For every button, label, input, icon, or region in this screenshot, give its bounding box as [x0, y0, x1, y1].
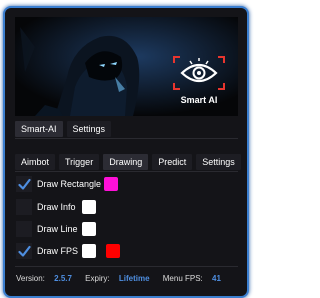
draw-line-label: Draw Line [37, 224, 78, 234]
checkmark-icon [17, 245, 31, 257]
info-color-swatch[interactable] [82, 200, 96, 214]
option-draw-rectangle: Draw Rectangle [16, 176, 101, 192]
tab-settings[interactable]: Settings [66, 121, 112, 137]
draw-fps-checkbox[interactable] [16, 243, 32, 259]
option-draw-info: Draw Info [16, 199, 76, 215]
footer-status: Version: 2.5.7 Expiry: Lifetime Menu FPS… [16, 274, 221, 283]
divider [15, 171, 238, 172]
divider [15, 138, 238, 139]
tab-smart-ai[interactable]: Smart-AI [15, 121, 63, 137]
logo-text: Smart AI [180, 95, 218, 105]
tab-trigger[interactable]: Trigger [59, 154, 100, 170]
tab-sub-settings[interactable]: Settings [196, 154, 241, 170]
version-label: Version: [16, 274, 45, 283]
rectangle-color-swatch[interactable] [104, 177, 118, 191]
banner: Smart AI [15, 17, 238, 116]
fps-color-swatch[interactable] [82, 244, 96, 258]
divider [15, 266, 238, 267]
draw-rectangle-label: Draw Rectangle [37, 179, 102, 189]
expiry-value: Lifetime [118, 274, 150, 283]
menu-fps-label: Menu FPS: [162, 274, 203, 283]
option-draw-fps: Draw FPS [16, 243, 78, 259]
draw-info-label: Draw Info [37, 202, 76, 212]
option-draw-line: Draw Line [16, 221, 78, 237]
cheat-menu-window: Smart AI Smart-AI Settings Aimbot Trigge… [3, 6, 249, 298]
draw-info-checkbox[interactable] [16, 199, 32, 215]
checkmark-icon [17, 178, 31, 190]
version-value: 2.5.7 [54, 274, 72, 283]
sub-tabs: Aimbot Trigger Drawing Predict Settings [15, 154, 241, 170]
tab-drawing[interactable]: Drawing [103, 154, 149, 170]
draw-line-checkbox[interactable] [16, 221, 32, 237]
menu-fps-value: 41 [212, 274, 221, 283]
line-color-swatch[interactable] [82, 222, 96, 236]
expiry-label: Expiry: [85, 274, 110, 283]
eye-icon [173, 56, 225, 90]
draw-fps-label: Draw FPS [37, 246, 79, 256]
tab-predict[interactable]: Predict [152, 154, 193, 170]
tab-aimbot[interactable]: Aimbot [15, 154, 56, 170]
draw-rectangle-checkbox[interactable] [16, 176, 32, 192]
main-tabs: Smart-AI Settings [15, 121, 112, 137]
fps-color-swatch-2[interactable] [106, 244, 120, 258]
